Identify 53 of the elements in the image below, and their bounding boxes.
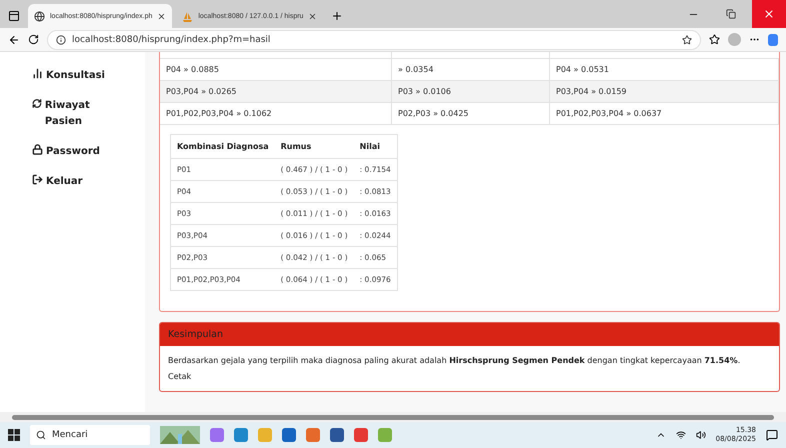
table-cell: » 0.0354 [392, 59, 550, 80]
taskbar-app-icon[interactable] [306, 428, 320, 442]
column-header: Rumus [274, 134, 354, 158]
table-cell: P04 » 0.0531 [550, 59, 779, 80]
volume-icon[interactable] [696, 430, 706, 440]
panel-title: Kesimpulan [160, 323, 779, 346]
exit-icon [32, 174, 43, 185]
sidebar-item[interactable]: Password [32, 144, 122, 160]
chart-icon [32, 68, 43, 79]
globe-icon [34, 10, 45, 22]
conclusion-text: Berdasarkan gejala yang terpilih maka diagnosa paling akurat adalah Hirschsprung Segmen Pendek dengan tingkat kepercayaan 71.54%. [168, 356, 742, 365]
search-placeholder: Mencari [52, 430, 88, 440]
sidebar-item[interactable]: Konsultasi [32, 68, 122, 84]
close-icon[interactable] [308, 12, 318, 20]
search-icon [36, 430, 46, 440]
restore-icon [726, 9, 736, 19]
table-cell: P01,P02,P03,P04 » 0.0637 [550, 103, 779, 124]
tab-actions-icon[interactable] [8, 10, 20, 22]
info-icon[interactable] [56, 34, 66, 44]
table-cell: P04 » 0.0885 [160, 59, 392, 80]
column-header: Nilai [354, 134, 398, 158]
taskbar-app-icon[interactable] [330, 428, 344, 442]
print-link[interactable]: Cetak [168, 372, 192, 381]
lock-icon [32, 144, 43, 155]
star-icon[interactable] [682, 34, 692, 44]
back-icon[interactable] [8, 34, 20, 46]
sailboat-icon [182, 10, 194, 22]
table-cell: P02,P03 » 0.0425 [392, 103, 550, 124]
table-cell: P03,P04 » 0.0159 [550, 81, 779, 102]
taskbar-app-icon[interactable] [354, 428, 368, 442]
sidebar-item[interactable]: Keluar [32, 174, 122, 190]
new-tab-icon[interactable] [331, 10, 344, 22]
reload-icon[interactable] [28, 34, 39, 45]
close-icon [763, 8, 775, 20]
landscape-icon [160, 426, 200, 444]
wifi-icon[interactable] [676, 430, 686, 440]
taskbar-app-icon[interactable] [282, 428, 296, 442]
taskbar-app-icon[interactable] [210, 428, 224, 442]
table-cell: P03 » 0.0106 [392, 81, 550, 102]
address-bar[interactable]: localhost:8080/hisprung/index.php?m=hasil [47, 30, 701, 50]
notification-icon[interactable] [766, 429, 778, 441]
windows-icon[interactable] [8, 429, 20, 441]
sidebar-item[interactable]: Riwayat Pasien [32, 98, 122, 130]
favorites-icon[interactable] [709, 34, 720, 45]
column-header: Kombinasi Diagnosa [170, 134, 275, 158]
refresh-icon [32, 98, 42, 109]
scrollbar[interactable] [12, 414, 774, 420]
table-cell: P03,P04 » 0.0265 [160, 81, 392, 102]
search-field[interactable]: Mencari [30, 425, 150, 445]
close-icon[interactable] [157, 12, 166, 20]
table-cell: P01,P02,P03,P04 » 0.1062 [160, 103, 392, 124]
taskbar-app-icon[interactable] [234, 428, 248, 442]
url-text: localhost:8080/hisprung/index.php?m=hasil [72, 34, 272, 44]
